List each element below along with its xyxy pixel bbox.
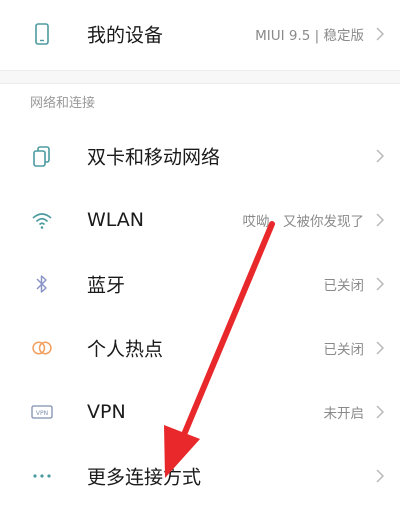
chevron-right-icon	[376, 469, 384, 483]
my-device-label: 我的设备	[87, 24, 164, 47]
wlan-label: WLAN	[87, 209, 145, 231]
chevron-right-icon	[376, 213, 384, 227]
chevron-right-icon	[376, 277, 384, 291]
more-connections-label: 更多连接方式	[87, 466, 202, 489]
vpn-label: VPN	[87, 401, 126, 423]
dual-sim-row[interactable]: 双卡和移动网络	[0, 124, 400, 188]
chevron-right-icon	[376, 341, 384, 355]
chevron-right-icon	[376, 405, 384, 419]
wlan-status: 哎呦，又被你发现了	[242, 214, 365, 230]
dual-sim-label: 双卡和移动网络	[87, 146, 221, 169]
chevron-right-icon	[376, 149, 384, 163]
vpn-icon: VPN	[30, 400, 54, 424]
hotspot-label: 个人热点	[87, 338, 164, 361]
section-header: 网络和连接	[30, 96, 96, 111]
hotspot-status: 已关闭	[323, 342, 365, 358]
bluetooth-icon	[30, 272, 54, 296]
dual-sim-icon	[30, 144, 54, 168]
bluetooth-label: 蓝牙	[87, 274, 126, 297]
hotspot-row[interactable]: 个人热点 已关闭	[0, 316, 400, 380]
chevron-right-icon	[376, 27, 384, 41]
phone-icon	[30, 22, 54, 46]
more-dots-icon	[30, 464, 54, 488]
svg-text:VPN: VPN	[36, 410, 48, 417]
my-device-row[interactable]: 我的设备 MIUI 9.5 | 稳定版	[0, 2, 400, 66]
bluetooth-status: 已关闭	[323, 278, 365, 294]
more-connections-row[interactable]: 更多连接方式	[0, 444, 400, 508]
bluetooth-row[interactable]: 蓝牙 已关闭	[0, 252, 400, 316]
wifi-icon	[30, 208, 54, 232]
my-device-version: MIUI 9.5 | 稳定版	[255, 28, 364, 44]
section-separator	[0, 70, 400, 84]
vpn-status: 未开启	[323, 406, 365, 422]
vpn-row[interactable]: VPN VPN 未开启	[0, 380, 400, 444]
hotspot-icon	[30, 336, 54, 360]
wlan-row[interactable]: WLAN 哎呦，又被你发现了	[0, 188, 400, 252]
